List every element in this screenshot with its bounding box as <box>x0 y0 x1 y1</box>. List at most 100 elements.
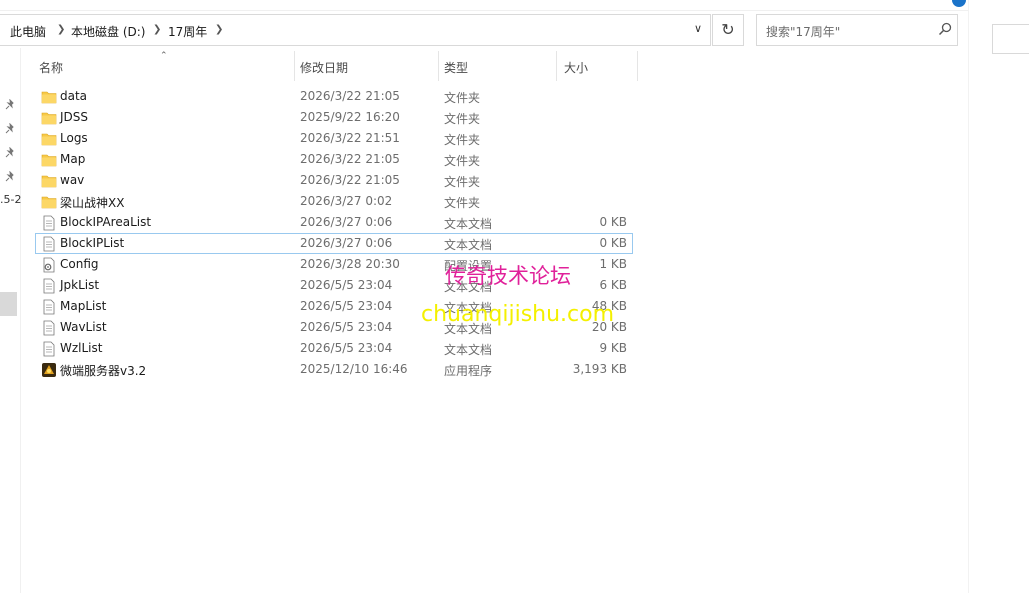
watermark-url: chuanqijishu.com <box>421 302 615 327</box>
file-type: 文件夹 <box>444 133 481 147</box>
file-date: 2026/5/5 23:04 <box>300 320 393 334</box>
column-divider[interactable] <box>438 51 439 81</box>
file-size: 0 KB <box>599 236 627 250</box>
file-type: 文件夹 <box>444 175 481 189</box>
file-date: 2026/3/22 21:05 <box>300 173 400 187</box>
nav-item-selected[interactable] <box>0 292 17 316</box>
file-date: 2026/5/5 23:04 <box>300 341 393 355</box>
background-window-field <box>992 24 1029 54</box>
refresh-icon: ↻ <box>721 20 735 39</box>
folder-icon <box>41 91 57 104</box>
file-type: 文本文档 <box>444 217 493 231</box>
file-name: BlockIPList <box>60 236 125 250</box>
file-row[interactable]: Map 2026/3/22 21:05 文件夹 <box>35 149 633 170</box>
folder-icon <box>41 154 57 167</box>
file-type: 文本文档 <box>444 238 493 252</box>
search-input[interactable]: 搜索"17周年" <box>756 14 958 46</box>
file-date: 2026/3/28 20:30 <box>300 257 400 271</box>
file-size: 3,193 KB <box>572 362 627 376</box>
text-document-icon <box>43 341 55 357</box>
pin-icon[interactable] <box>4 171 16 183</box>
chevron-right-icon[interactable]: ❯ <box>57 24 65 35</box>
file-date: 2026/3/22 21:51 <box>300 131 400 145</box>
file-name: Map <box>60 152 86 166</box>
pin-icon[interactable] <box>4 99 16 111</box>
file-date: 2026/3/27 0:02 <box>300 194 393 208</box>
file-size: 9 KB <box>599 341 627 355</box>
text-document-icon <box>43 215 55 231</box>
search-placeholder: 搜索"17周年" <box>766 25 841 39</box>
file-row[interactable]: WzlList 2026/5/5 23:04 文本文档 9 KB <box>35 338 633 359</box>
file-date: 2025/9/22 16:20 <box>300 110 400 124</box>
file-date: 2026/5/5 23:04 <box>300 299 393 313</box>
application-icon <box>42 363 56 377</box>
config-settings-icon <box>43 257 55 273</box>
file-row[interactable]: BlockIPList 2026/3/27 0:06 文本文档 0 KB <box>35 233 633 254</box>
nav-item-label[interactable]: .5-2 <box>0 193 21 206</box>
file-name: JDSS <box>60 110 89 124</box>
file-name: Logs <box>60 131 88 145</box>
sort-ascending-icon: ⌃ <box>160 51 168 61</box>
column-type[interactable]: 类型 <box>444 59 468 76</box>
file-row[interactable]: BlockIPAreaList 2026/3/27 0:06 文本文档 0 KB <box>35 212 633 233</box>
pin-icon[interactable] <box>4 123 16 135</box>
folder-icon <box>41 196 57 209</box>
ribbon-strip <box>0 0 1029 11</box>
chevron-right-icon[interactable]: ❯ <box>153 24 161 35</box>
column-divider[interactable] <box>556 51 557 81</box>
text-document-icon <box>43 278 55 294</box>
column-divider[interactable] <box>294 51 295 81</box>
text-document-icon <box>43 236 55 252</box>
file-name: WavList <box>60 320 107 334</box>
pin-icon[interactable] <box>4 147 16 159</box>
file-name: 微端服务器v3.2 <box>60 364 147 378</box>
search-icon <box>938 22 952 36</box>
file-name: WzlList <box>60 341 103 355</box>
watermark-chinese: 传奇技术论坛 <box>445 264 571 288</box>
navigation-pane[interactable]: .5-2 <box>0 48 21 593</box>
file-name: BlockIPAreaList <box>60 215 152 229</box>
file-type: 应用程序 <box>444 364 493 378</box>
file-row[interactable]: data 2026/3/22 21:05 文件夹 <box>35 86 633 107</box>
column-size[interactable]: 大小 <box>564 59 588 76</box>
column-date[interactable]: 修改日期 <box>300 59 348 76</box>
file-name: wav <box>60 173 85 187</box>
file-name: JpkList <box>60 278 100 292</box>
file-name: Config <box>60 257 99 271</box>
file-date: 2026/3/22 21:05 <box>300 152 400 166</box>
folder-icon <box>41 175 57 188</box>
column-divider[interactable] <box>637 51 638 81</box>
background-window <box>968 0 1029 593</box>
file-type: 文件夹 <box>444 196 481 210</box>
folder-icon <box>41 133 57 146</box>
file-date: 2025/12/10 16:46 <box>300 362 408 376</box>
column-name[interactable]: 名称 <box>39 59 63 76</box>
breadcrumb-this-pc[interactable]: 此电脑 <box>10 23 46 40</box>
text-document-icon <box>43 299 55 315</box>
file-row[interactable]: Logs 2026/3/22 21:51 文件夹 <box>35 128 633 149</box>
breadcrumb-drive-d[interactable]: 本地磁盘 (D:) <box>71 23 145 40</box>
refresh-button[interactable]: ↻ <box>712 14 744 46</box>
file-date: 2026/3/22 21:05 <box>300 89 400 103</box>
file-size: 1 KB <box>599 257 627 271</box>
file-row[interactable]: 微端服务器v3.2 2025/12/10 16:46 应用程序 3,193 KB <box>35 359 633 380</box>
file-type: 文本文档 <box>444 343 493 357</box>
file-row[interactable]: JDSS 2025/9/22 16:20 文件夹 <box>35 107 633 128</box>
folder-icon <box>41 112 57 125</box>
text-document-icon <box>43 320 55 336</box>
chevron-right-icon[interactable]: ❯ <box>215 24 223 35</box>
file-date: 2026/5/5 23:04 <box>300 278 393 292</box>
file-name: 梁山战神XX <box>60 196 125 210</box>
file-row[interactable]: wav 2026/3/22 21:05 文件夹 <box>35 170 633 191</box>
file-date: 2026/3/27 0:06 <box>300 215 393 229</box>
file-size: 6 KB <box>599 278 627 292</box>
file-name: data <box>60 89 88 103</box>
file-size: 0 KB <box>599 215 627 229</box>
file-date: 2026/3/27 0:06 <box>300 236 393 250</box>
file-name: MapList <box>60 299 107 313</box>
breadcrumb-current-folder[interactable]: 17周年 <box>168 23 207 40</box>
chevron-down-icon[interactable]: ∨ <box>688 22 708 40</box>
file-row[interactable]: 梁山战神XX 2026/3/27 0:02 文件夹 <box>35 191 633 212</box>
address-bar[interactable]: 此电脑 ❯ 本地磁盘 (D:) ❯ 17周年 ❯ ∨ <box>0 14 711 46</box>
file-type: 文件夹 <box>444 91 481 105</box>
